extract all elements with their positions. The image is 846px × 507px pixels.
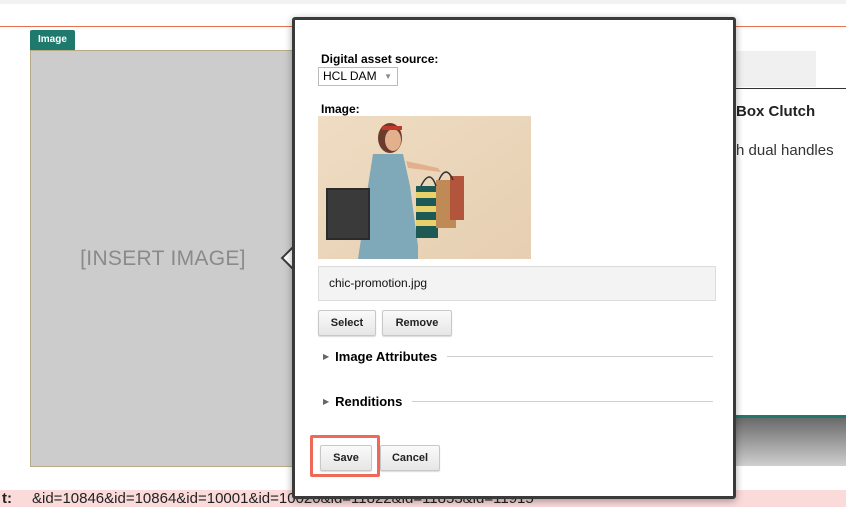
section-title: Image Attributes: [335, 348, 438, 364]
triangle-right-icon: ▶: [323, 351, 330, 361]
section-renditions[interactable]: ▶ Renditions: [323, 391, 713, 411]
image-dialog: Digital asset source: HCL DAM ▼ Image: c…: [292, 17, 736, 499]
source-label: Digital asset source:: [321, 52, 439, 66]
section-divider: [412, 400, 713, 402]
select-button[interactable]: Select: [318, 310, 376, 336]
image-label: Image:: [321, 102, 360, 116]
save-button[interactable]: Save: [320, 445, 372, 471]
background-panel: [736, 51, 816, 87]
ids-label: t:: [2, 490, 12, 507]
image-filename: chic-promotion.jpg: [318, 266, 716, 301]
section-divider: [447, 355, 713, 357]
section-image-attributes[interactable]: ▶ Image Attributes: [323, 346, 713, 366]
background-shadow: [736, 418, 846, 466]
product-title: Box Clutch: [736, 103, 816, 120]
image-placeholder-text: [INSERT IMAGE]: [80, 246, 246, 270]
remove-button[interactable]: Remove: [382, 310, 452, 336]
chevron-down-icon: ▼: [384, 72, 392, 81]
product-description: h dual handles: [736, 142, 834, 159]
background-divider: [736, 88, 846, 89]
source-select[interactable]: HCL DAM ▼: [318, 67, 398, 86]
image-component-tag[interactable]: Image: [30, 30, 75, 50]
source-select-value: HCL DAM: [323, 69, 377, 83]
page: Image [INSERT IMAGE] Box Clutch h dual h…: [0, 0, 846, 507]
top-bar: [0, 0, 846, 4]
section-title: Renditions: [335, 393, 403, 409]
image-preview[interactable]: [318, 116, 531, 259]
triangle-right-icon: ▶: [323, 396, 330, 406]
image-placeholder[interactable]: [INSERT IMAGE]: [30, 50, 296, 467]
image-preview-graphic: [318, 116, 531, 259]
cancel-button[interactable]: Cancel: [380, 445, 440, 471]
